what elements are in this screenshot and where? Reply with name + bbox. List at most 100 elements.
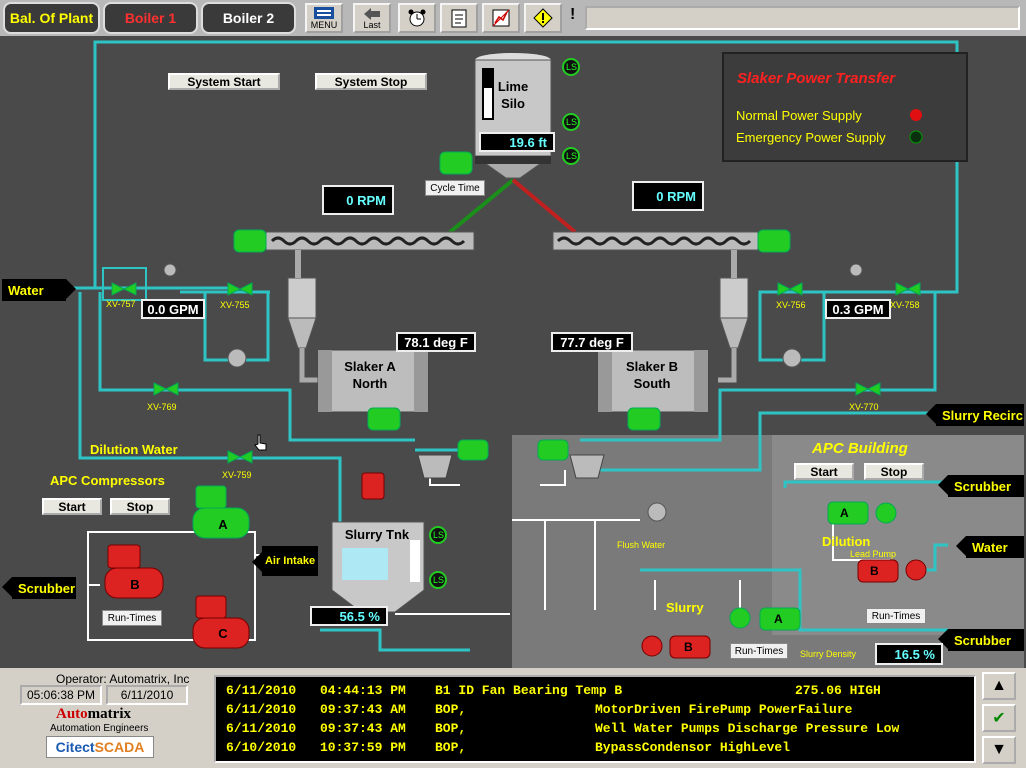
apc-compressors-label: APC Compressors (50, 473, 165, 488)
citect-logo: Citect SCADA (46, 736, 154, 758)
normal-power-label: Normal Power Supply (736, 108, 862, 123)
compressor-stop-button[interactable]: Stop (110, 498, 170, 515)
acknowledge-button[interactable]: ✔ (982, 704, 1016, 732)
scrubber-flag-top[interactable]: Scrubber (948, 475, 1024, 497)
alarm-clock-button[interactable] (398, 3, 436, 33)
operator-label: Operator: Automatrix, Inc (56, 672, 190, 686)
compressor-c-label: C (218, 626, 228, 641)
trend-icon (492, 9, 510, 27)
system-start-button[interactable]: System Start (168, 73, 280, 90)
trend-button[interactable] (482, 3, 520, 33)
slurry-density-label: Slurry Density (800, 649, 857, 659)
screw-conveyor-left (233, 229, 475, 253)
gpm-right-readout: 0.3 GPM (825, 299, 891, 319)
dilution-label: Dilution (822, 534, 871, 549)
emergency-power-label: Emergency Power Supply (736, 130, 886, 145)
dilution-pump-b-label: B (870, 564, 879, 578)
cyclone-right (718, 250, 749, 383)
compressor-b-label: B (130, 577, 140, 592)
apc-start-button[interactable]: Start (794, 463, 854, 480)
alarm-clock-icon (408, 9, 426, 27)
lead-pump-label: Lead Pump (850, 549, 897, 559)
slurry-tank-label: Slurry Tnk (344, 527, 410, 542)
slaker-b-temp-readout: 77.7 deg F (551, 332, 633, 352)
alarm-row-1[interactable]: 6/11/2010 04:44:13 PM B1 ID Fan Bearing Te… (226, 683, 974, 702)
dilution-water-label: Dilution Water (90, 442, 178, 457)
rpm-right-readout: 0 RPM (632, 181, 704, 211)
slurry-recirc-flag[interactable]: Slurry Recirc (936, 404, 1024, 426)
gpm-left-readout: 0.0 GPM (141, 299, 205, 319)
compressor-a-label: A (218, 517, 228, 532)
alarm-row-4[interactable]: 6/10/2010 10:37:59 PM BOP, BypassCondensor … (226, 740, 974, 759)
lime-feed-right (511, 178, 577, 234)
ls-2: LS (566, 117, 578, 127)
alarm-list[interactable]: 6/11/2010 04:44:13 PM B1 ID Fan Bearing Te… (214, 675, 976, 763)
status-field (585, 6, 1020, 30)
current-date: 6/11/2010 (106, 685, 188, 705)
slurry-runtimes-button[interactable]: Run-Times (730, 643, 788, 659)
slaker-a-label: Slaker A North (344, 359, 396, 391)
tab-boiler-2[interactable]: Boiler 2 (201, 2, 296, 34)
flush-water-label: Flush Water (617, 540, 666, 550)
ls-3: LS (566, 151, 578, 161)
air-intake-flag[interactable]: Air Intake (262, 546, 318, 576)
alarm-row-2[interactable]: 6/11/2010 09:37:43 AM BOP, MotorDriven Fire… (226, 702, 974, 721)
menu-icon (314, 7, 334, 19)
apc-stop-button[interactable]: Stop (864, 463, 924, 480)
scrubber-flag-bottom[interactable]: Scrubber (948, 629, 1024, 651)
tab-boiler-1[interactable]: Boiler 1 (103, 2, 198, 34)
dilution-runtimes-button[interactable]: Run-Times (866, 608, 926, 624)
screw-conveyor-right (552, 229, 791, 253)
water-apc-flag[interactable]: Water (966, 536, 1024, 558)
automatrix-subtitle: Automation Engineers (50, 723, 149, 734)
xv757-label: XV-757 (106, 299, 136, 309)
system-stop-button[interactable]: System Stop (315, 73, 427, 90)
menu-button[interactable]: MENU (305, 3, 343, 33)
ls-4: LS (433, 530, 445, 540)
warning-icon (533, 8, 553, 28)
cycle-time-button[interactable]: Cycle Time (425, 180, 485, 196)
water-inlet-flag[interactable]: Water (2, 279, 66, 301)
power-transfer-title: Slaker Power Transfer (737, 70, 896, 87)
compressor-start-button[interactable]: Start (42, 498, 102, 515)
current-time: 05:06:38 PM (20, 685, 102, 705)
emergency-power-indicator (909, 130, 923, 144)
slurry-density-readout: 16.5 % (875, 643, 943, 665)
hand-cursor-icon (254, 434, 267, 451)
top-navigation-bar: Bal. Of Plant Boiler 1 Boiler 2 MENU Las… (0, 0, 1026, 36)
notepad-button[interactable] (440, 3, 478, 33)
tank-level-readout: 56.5 % (310, 606, 388, 626)
last-button[interactable]: Last (353, 3, 391, 33)
status-marker: ! (570, 6, 576, 23)
xv758-label: XV-758 (890, 300, 920, 310)
scroll-down-button[interactable]: ▼ (982, 736, 1016, 764)
tab-balance-of-plant[interactable]: Bal. Of Plant (3, 2, 100, 34)
menu-label: MENU (310, 20, 338, 30)
dilution-pump-a-label: A (840, 506, 849, 520)
apc-building-label: APC Building (812, 440, 908, 457)
slurry-label: Slurry (666, 600, 704, 615)
notepad-icon (451, 9, 467, 28)
normal-power-indicator (910, 109, 922, 121)
ls-5: LS (433, 575, 445, 585)
scrubber-flag-left[interactable]: Scrubber (12, 577, 76, 599)
compressor-runtimes-button[interactable]: Run-Times (102, 610, 162, 626)
slurry-pump-b-label: B (684, 640, 693, 654)
xv756-label: XV-756 (776, 300, 806, 310)
lime-silo-label: Lime Silo (497, 79, 529, 111)
slaker-a-temp-readout: 78.1 deg F (396, 332, 476, 352)
xv770-label: XV-770 (849, 402, 879, 412)
scroll-up-button[interactable]: ▲ (982, 672, 1016, 700)
selected-valve-frame (102, 267, 147, 301)
xv769-label: XV-769 (147, 402, 177, 412)
footer-panel: Operator: Automatrix, Inc 05:06:38 PM 6/… (0, 668, 1026, 768)
alarm-row-3[interactable]: 6/11/2010 09:37:43 AM BOP, Well Water Pumps… (226, 721, 974, 740)
cycle-motor (439, 151, 473, 175)
scroll-down-icon: ▼ (991, 741, 1007, 758)
ls-1: LS (566, 62, 578, 72)
acknowledge-icon: ✔ (992, 710, 1006, 727)
xv755-label: XV-755 (220, 300, 250, 310)
xv759-label: XV-759 (222, 470, 252, 480)
warning-button[interactable] (524, 3, 562, 33)
slaker-b-label: Slaker B South (625, 359, 679, 391)
